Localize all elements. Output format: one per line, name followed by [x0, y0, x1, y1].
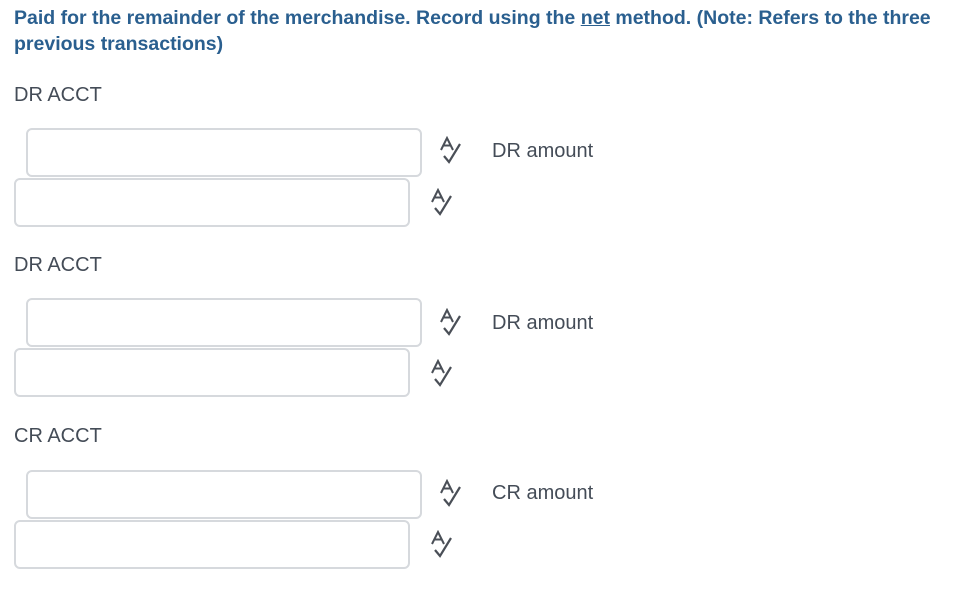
entry-2-account-label: DR ACCT	[14, 254, 102, 276]
question-text-part1: Paid for the remainder of the merchandis…	[14, 7, 581, 29]
entry-2-amount-input[interactable]	[14, 348, 410, 397]
entry-3-amount-label: CR amount	[492, 482, 594, 504]
spell-check-icon[interactable]	[428, 188, 454, 218]
spell-check-icon[interactable]	[437, 479, 463, 509]
question-page: Paid for the remainder of the merchandis…	[0, 0, 960, 592]
entry-1-account-input[interactable]	[26, 128, 422, 177]
entry-1-amount-input[interactable]	[14, 178, 410, 227]
entry-2-account-input[interactable]	[26, 298, 422, 347]
entry-1-amount-label: DR amount	[492, 140, 594, 162]
spell-check-icon[interactable]	[437, 136, 463, 166]
entry-3-account-input[interactable]	[26, 470, 422, 519]
entry-1-account-label: DR ACCT	[14, 84, 102, 106]
spell-check-icon[interactable]	[428, 359, 454, 389]
entry-3-account-label: CR ACCT	[14, 425, 102, 447]
entry-2-amount-label: DR amount	[492, 312, 594, 334]
entry-3-amount-input[interactable]	[14, 520, 410, 569]
spell-check-icon[interactable]	[437, 308, 463, 338]
question-text-underlined: net	[580, 7, 610, 29]
question-prompt: Paid for the remainder of the merchandis…	[14, 5, 949, 57]
spell-check-icon[interactable]	[428, 530, 454, 560]
